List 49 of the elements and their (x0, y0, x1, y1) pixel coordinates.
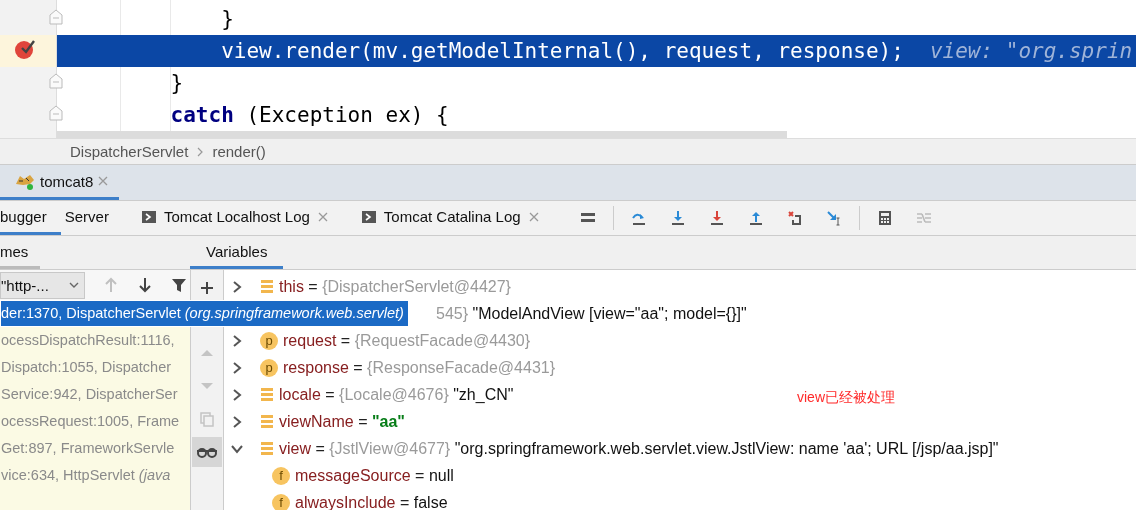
variable-value: "zh_CN" (453, 385, 514, 404)
variable-value: null (428, 466, 454, 485)
variable-reference: {ResponseFacade@4431} (367, 358, 555, 377)
variable-value: false (413, 493, 448, 510)
variable-name: locale (279, 385, 321, 404)
stack-frame[interactable]: ocessDispatchResult:1116, (0, 327, 190, 354)
code-text: } (220, 7, 234, 31)
variable-badge: p (260, 358, 278, 377)
equals-sign: = (315, 439, 325, 458)
debug-tab[interactable]: Tomcat Catalina Log (360, 201, 554, 235)
code-text: } (169, 71, 184, 95)
variable-name: messageSource (295, 466, 411, 485)
variable-name: viewName (279, 412, 354, 431)
breadcrumb-item[interactable]: render() (212, 143, 266, 160)
code-text: (Exception ex) { (245, 103, 449, 127)
variable-name: alwaysInclude (295, 493, 396, 510)
equals-sign: = (415, 466, 425, 485)
equals-sign: = (353, 358, 363, 377)
variable-value: "ModelAndView [view="aa"; model={}]" (472, 304, 747, 323)
variable-reference: {JstlView@4677} (329, 439, 451, 458)
equals-sign: = (340, 331, 351, 350)
equals-sign: = (325, 385, 335, 404)
thread-dropdown[interactable]: "http-... (0, 271, 85, 299)
debug-tab[interactable]: Server (64, 201, 123, 235)
variable-reference: {Locale@4676} (339, 385, 449, 404)
variable-name: this (279, 277, 304, 296)
variable-value: "org.springframework.web.servlet.view.JstlView: name 'aa'; URL [/jsp/aa.jsp]" (454, 439, 999, 458)
code-keyword: catch (169, 103, 234, 127)
annotation-text: view已经被处理 (797, 389, 895, 407)
debug-tab[interactable]: Tomcat Localhost Log (140, 201, 343, 235)
variable-value: "aa" (371, 412, 405, 431)
equals-sign: = (358, 412, 368, 431)
breadcrumb-item[interactable]: DispatcherServlet (70, 143, 189, 160)
variable-reference: {DispatcherServlet@4427} (322, 277, 511, 296)
stack-frame[interactable]: ocessRequest:1005, Frame (0, 408, 190, 435)
inline-value-hint: view: "org.sprin (929, 39, 1133, 63)
variable-reference: 545} (436, 304, 469, 323)
variable-badge: p (260, 331, 278, 350)
variable-badge: f (272, 466, 290, 485)
variable-name: response (283, 358, 349, 377)
variable-name: view (279, 439, 311, 458)
equals-sign: = (399, 493, 410, 510)
code-text: view.render(mv.getModelInternal(), request, response); (220, 39, 904, 63)
stack-frame[interactable]: der:1370, DispatcherServlet (org.springframework.web.servlet) (0, 300, 409, 327)
variable-name: request (283, 331, 337, 350)
stack-frame[interactable]: Get:897, FrameworkServle (0, 435, 190, 462)
variable-badge: f (272, 493, 290, 510)
variable-reference: {RequestFacade@4430} (354, 331, 531, 350)
equals-sign: = (308, 277, 318, 296)
